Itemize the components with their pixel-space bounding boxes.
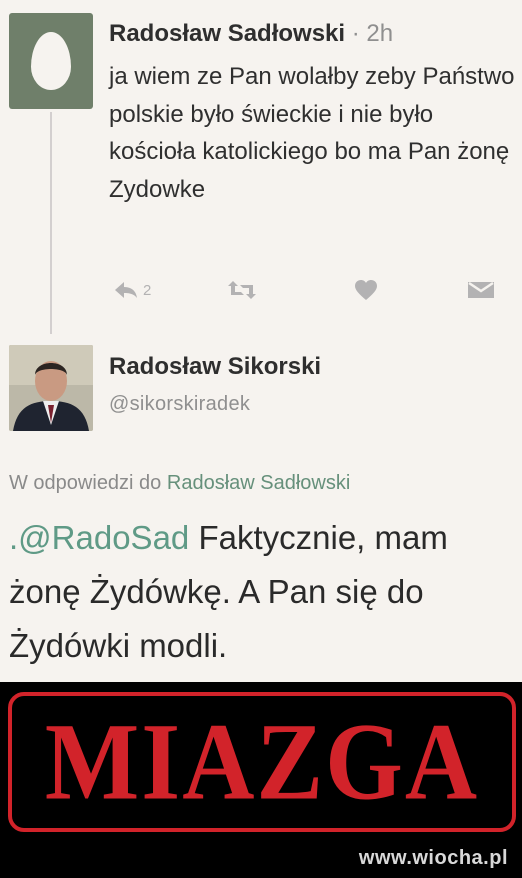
like-icon	[355, 280, 377, 300]
reply-icon	[115, 282, 137, 298]
default-egg-avatar[interactable]	[9, 13, 93, 109]
tweet-actions: 2	[109, 276, 499, 304]
retweet-icon	[228, 281, 256, 299]
like-button[interactable]	[354, 276, 378, 304]
profile-avatar[interactable]	[9, 345, 93, 431]
banner-title: MIAZGA	[44, 700, 480, 823]
banner-frame: MIAZGA	[8, 692, 516, 832]
mention-link[interactable]: .@RadoSad	[9, 519, 189, 556]
portrait-image	[9, 345, 93, 431]
reply-button[interactable]: 2	[113, 276, 151, 304]
tweet-timestamp[interactable]: 2h	[366, 20, 393, 47]
reply-context: W odpowiedzi do Radosław Sadłowski	[9, 472, 350, 495]
site-watermark: www.wiocha.pl	[358, 847, 508, 869]
retweet-button[interactable]	[227, 276, 257, 304]
reply-prefix: W odpowiedzi do	[9, 472, 162, 494]
tweet-text: .@RadoSad Faktycznie, mam żonę Żydówkę. …	[9, 511, 519, 673]
egg-icon	[31, 32, 71, 90]
message-icon	[468, 281, 494, 298]
reply-target-link[interactable]: Radosław Sadłowski	[167, 472, 350, 494]
thread-connector-line	[50, 112, 52, 334]
tweet-reply: Radosław Sikorski @sikorskiradek W odpow…	[0, 335, 522, 685]
meme-banner: MIAZGA www.wiocha.pl	[0, 682, 522, 878]
author-name[interactable]: Radosław Sikorski	[109, 353, 321, 381]
author-handle[interactable]: @sikorskiradek	[109, 393, 250, 416]
reply-count: 2	[143, 281, 152, 299]
separator-dot: ·	[351, 20, 360, 47]
tweet-text: ja wiem ze Pan wolałby zeby Państwo pols…	[109, 63, 515, 203]
direct-message-button[interactable]	[467, 276, 495, 304]
tweet-header: Radosław Sadłowski · 2h	[109, 20, 393, 48]
tweet-original: Radosław Sadłowski · 2h ja wiem ze Pan w…	[0, 0, 522, 334]
author-name[interactable]: Radosław Sadłowski	[109, 20, 345, 47]
